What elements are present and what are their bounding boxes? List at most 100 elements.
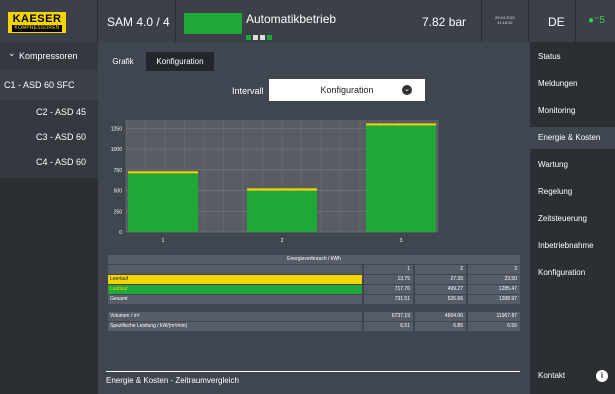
table-row: Volumen / m³ 6737.19 4604.06 11967.87 [108,312,520,321]
table-cell: 717.76 [364,285,413,294]
state-indicator [184,13,242,34]
menu-item-monitoring[interactable]: Monitoring [530,100,615,122]
compressor-list-header[interactable]: ⌄ Kompressoren [0,42,98,70]
footer-title: Energie & Kosten - Zeitraumvergleich [106,376,239,385]
brand-name: KAESER [12,13,62,25]
table-cell: 1285.47 [468,285,520,294]
divider [97,0,98,42]
table-row: Spezifische Leistung / kW/(m³/min) 6.51 … [108,322,520,331]
menu-item-energie-kosten[interactable]: Energie & Kosten [530,127,615,149]
table-cell: 27.39 [415,275,466,284]
language-selector[interactable]: DE [548,15,565,29]
divider [481,0,482,42]
menu-item-regelung[interactable]: Regelung [530,181,615,203]
time-display: 11:18:02 [497,20,513,25]
tab-grafik[interactable]: Grafik [106,52,140,71]
table-row: Gesamt 731.51 526.66 1308.97 [108,295,520,304]
table-cell: 23.50 [468,275,520,284]
compressor-item-c2[interactable]: C2 - ASD 45 [0,101,98,125]
user-icon: ●⁼ [588,15,600,26]
bar-leerlauf [366,123,436,126]
menu-item-konfiguration[interactable]: Konfiguration [530,262,615,284]
main-panel: Grafik Konfiguration Intervall Konfigura… [98,42,530,394]
nav-filler [0,178,98,394]
state-icon [246,35,251,40]
bar-lastlauf [366,125,436,232]
main-menu: Status Meldungen Monitoring Energie & Ko… [530,42,615,394]
menu-item-status[interactable]: Status [530,46,615,68]
table-spacer [108,305,520,312]
table-cell: 6.51 [364,322,413,331]
machine-label[interactable]: SAM 4.0 / 4 [107,15,170,29]
brand-subtitle: KOMPRESSOREN [12,25,62,32]
top-bar: KAESER KOMPRESSOREN SAM 4.0 / 4 Automati… [0,0,615,42]
bar-lastlauf [128,172,198,232]
contact-link[interactable]: Kontakt [538,371,565,380]
x-tick-label: 3 [400,238,403,244]
row-label-leerlauf: Leerlauf [108,275,362,284]
row-label-spezifische-leistung: Spezifische Leistung / kW/(m³/min) [108,322,362,331]
energy-chart: 0 250 500 750 1000 1250 1 2 3 [111,120,439,244]
row-label-gesamt: Gesamt [108,295,362,304]
table-cell: 6.86 [415,322,466,331]
table-cell: 731.51 [364,295,413,304]
compressor-item-c4[interactable]: C4 - ASD 60 [0,151,98,175]
table-row: Lastlauf 717.76 499.27 1285.47 [108,285,520,294]
table-header-cell: 3 [468,265,520,274]
state-icons [246,27,274,40]
interval-label: Intervall [232,86,264,96]
table-cell: 1308.97 [468,295,520,304]
interval-value: Konfiguration [320,85,374,95]
compressor-label: C3 - ASD 60 [36,132,87,142]
table-cell: 6.56 [468,322,520,331]
table-header-cell: 2 [415,265,466,274]
chevron-down-icon: ⌄ [402,85,412,95]
table-header-cell [108,265,362,274]
bar-leerlauf [247,188,317,191]
tab-konfiguration[interactable]: Konfiguration [146,52,214,71]
y-tick-label: 0 [119,230,122,236]
x-tick-label: 2 [281,238,284,244]
menu-item-zeitsteuerung[interactable]: Zeitsteuerung [530,208,615,230]
menu-item-meldungen[interactable]: Meldungen [530,73,615,95]
interval-select[interactable]: Konfiguration ⌄ [269,79,425,101]
divider [528,0,529,42]
compressor-label: C4 - ASD 60 [36,157,87,167]
user-status[interactable]: ●⁼5 [588,15,605,26]
table-row: Leerlauf 13.75 27.39 23.50 [108,275,520,284]
table-cell: 526.66 [415,295,466,304]
table-header-cell: 1 [364,265,413,274]
row-label-lastlauf: Lastlauf [108,285,362,294]
state-icon [267,35,272,40]
state-icon [253,35,258,40]
info-icon[interactable]: i [596,370,608,382]
table-cell: 499.27 [415,285,466,294]
chevron-down-icon: ⌄ [8,48,16,58]
y-tick-label: 250 [114,209,123,215]
compressor-list-title: Kompressoren [19,51,78,61]
compressor-item-c3[interactable]: C3 - ASD 60 [0,126,98,150]
table-cell: 4604.06 [415,312,466,321]
table-cell: 11967.87 [468,312,520,321]
compressor-item-c1[interactable]: C1 - ASD 60 SFC [0,74,98,98]
row-label-volumen: Volumen / m³ [108,312,362,321]
bar-lastlauf [247,190,317,232]
datetime: 29.04.2021 11:18:02 [495,15,515,25]
compressor-label: C1 - ASD 60 SFC [4,80,75,90]
table-cell: 6737.19 [364,312,413,321]
operating-state: Automatikbetrieb [246,12,337,26]
divider [175,0,176,42]
kaeser-logo[interactable]: KAESER KOMPRESSOREN [8,12,66,33]
x-tick-label: 1 [162,238,165,244]
y-tick-label: 1000 [111,147,122,153]
menu-item-inbetriebnahme[interactable]: Inbetriebnahme [530,235,615,257]
y-tick-label: 1250 [111,126,122,132]
table-cell: 13.75 [364,275,413,284]
system-pressure: 7.82 bar [422,15,467,29]
menu-item-wartung[interactable]: Wartung [530,154,615,176]
compressor-label: C2 - ASD 45 [36,107,87,117]
y-tick-label: 500 [114,189,123,195]
energy-table: Energieverbrauch / kWh 1 2 3 Leerlauf 13… [108,255,520,332]
y-tick-label: 750 [114,168,123,174]
footer-divider [106,371,520,372]
